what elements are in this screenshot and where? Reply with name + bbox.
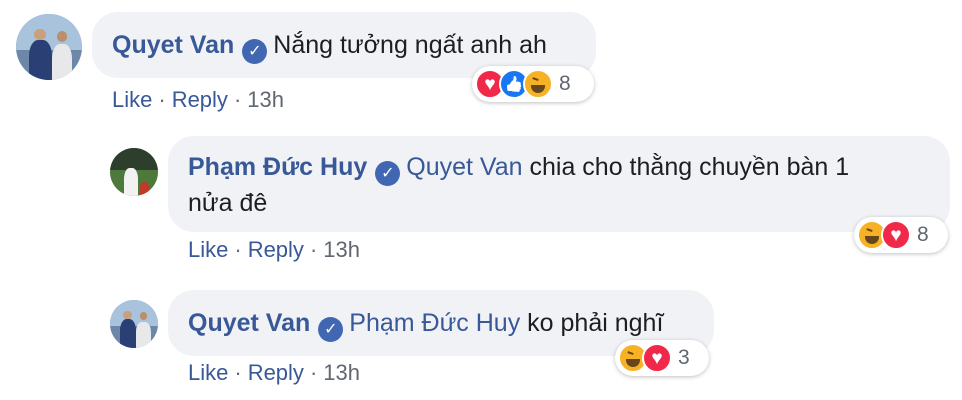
comment-text: Nắng tưởng ngất anh ah <box>273 31 547 59</box>
comment-text: chia cho thằng chuyền bàn 1 <box>529 153 850 181</box>
timestamp[interactable]: 13h <box>247 87 284 112</box>
like-link[interactable]: Like <box>188 237 228 262</box>
love-reaction-icon <box>642 343 672 373</box>
reaction-summary[interactable]: 3 <box>615 340 709 376</box>
reaction-summary[interactable]: 8 <box>854 217 948 253</box>
reply-link[interactable]: Reply <box>248 237 304 262</box>
comment-text-line2: nửa đê <box>188 189 268 217</box>
mention-link[interactable]: Quyet Van <box>406 153 522 181</box>
separator: · <box>234 360 242 385</box>
comment-actions: Like · Reply · 13h <box>112 87 284 113</box>
separator: · <box>233 87 242 112</box>
avatar[interactable] <box>110 148 158 196</box>
comment-author[interactable]: Phạm Đức Huy <box>188 153 367 181</box>
comment-actions: Like · Reply · 13h <box>188 237 360 263</box>
reaction-count: 3 <box>678 346 690 369</box>
timestamp[interactable]: 13h <box>323 360 360 385</box>
reaction-count: 8 <box>917 223 929 246</box>
mention-link[interactable]: Phạm Đức Huy <box>349 309 520 337</box>
reaction-summary[interactable]: 8 <box>472 66 594 102</box>
verified-badge-icon: ✓ <box>242 39 268 64</box>
separator: · <box>309 360 318 385</box>
verified-badge-icon: ✓ <box>375 161 401 186</box>
reaction-count: 8 <box>559 72 571 95</box>
comment-author[interactable]: Quyet Van <box>112 31 234 59</box>
reply-link[interactable]: Reply <box>248 360 304 385</box>
haha-reaction-icon <box>523 69 553 99</box>
separator: · <box>309 237 318 262</box>
love-reaction-icon <box>881 220 911 250</box>
comment-author[interactable]: Quyet Van <box>188 309 310 337</box>
verified-badge-icon: ✓ <box>318 317 344 342</box>
comment-bubble: Phạm Đức Huy ✓ Quyet Van chia cho thằng ch… <box>168 136 950 232</box>
like-link[interactable]: Like <box>188 360 228 385</box>
comment-actions: Like · Reply · 13h <box>188 360 360 386</box>
separator: · <box>158 87 166 112</box>
avatar[interactable] <box>110 300 158 348</box>
reply-link[interactable]: Reply <box>172 87 228 112</box>
comment-text: ko phải nghĩ <box>527 309 664 337</box>
separator: · <box>234 237 242 262</box>
timestamp[interactable]: 13h <box>323 237 360 262</box>
like-link[interactable]: Like <box>112 87 152 112</box>
avatar[interactable] <box>16 14 82 80</box>
